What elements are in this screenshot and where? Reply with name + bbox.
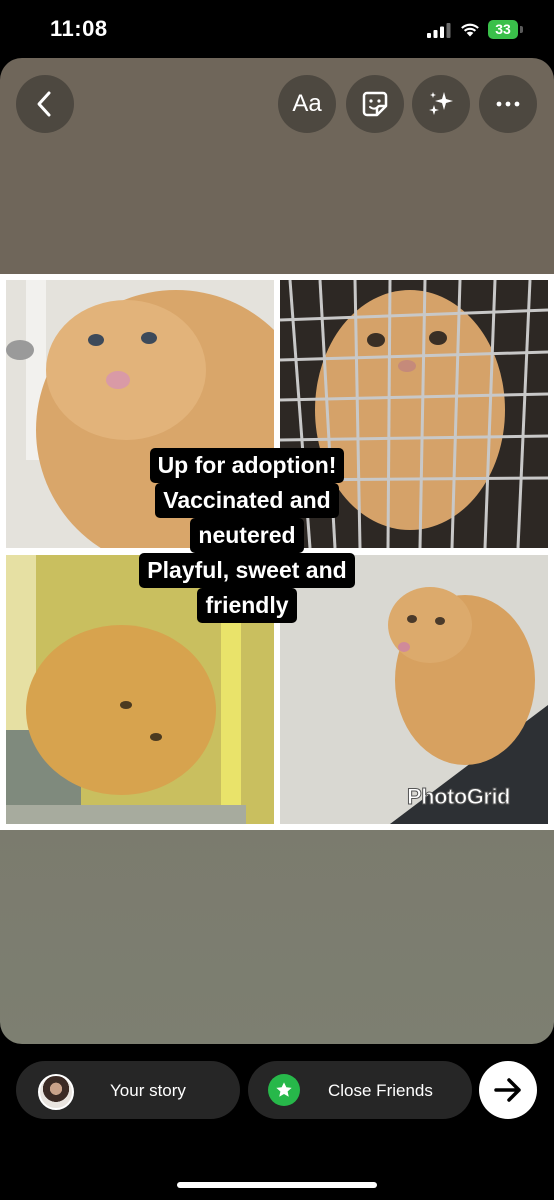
caption-line: Up for adoption! [149,448,345,483]
status-time: 11:08 [50,16,108,41]
more-button[interactable] [479,75,537,133]
chevron-left-icon [37,91,51,117]
watermark-text: PhotoGrid [406,784,511,810]
caption-text[interactable]: Up for adoption! Vaccinated and neutered… [122,448,372,623]
sticker-button[interactable] [346,75,404,133]
caption-line: friendly [197,588,297,623]
next-button[interactable] [479,1061,537,1119]
battery-indicator: 33 [488,20,524,39]
close-friends-label: Close Friends [328,1081,433,1100]
sticker-icon [362,91,388,117]
sparkles-icon [429,92,453,115]
more-horizontal-icon [496,101,520,107]
caption-line: Vaccinated and [155,483,339,518]
battery-level: 33 [495,21,511,37]
share-bar: Your story Close Friends [0,1044,554,1200]
text-tool-button[interactable]: Aa [278,75,336,133]
close-friends-badge [268,1074,300,1106]
back-button[interactable] [16,75,74,133]
avatar [38,1074,74,1110]
wifi-icon [461,23,479,37]
effects-button[interactable] [412,75,470,133]
your-story-button[interactable]: Your story [16,1061,240,1119]
cellular-signal-icon [427,23,451,38]
story-canvas[interactable]: Aa PhotoGrid Up for adoption! Vaccinated… [0,58,554,1044]
close-friends-button[interactable]: Close Friends [248,1061,472,1119]
home-indicator[interactable] [177,1182,377,1188]
arrow-right-icon [494,1078,521,1102]
caption-line: Playful, sweet and [139,553,355,588]
star-icon [276,1082,292,1097]
caption-line: neutered [190,518,304,553]
status-bar: 11:08 33 [0,0,554,58]
battery-tip [520,26,523,33]
your-story-label: Your story [110,1081,186,1100]
